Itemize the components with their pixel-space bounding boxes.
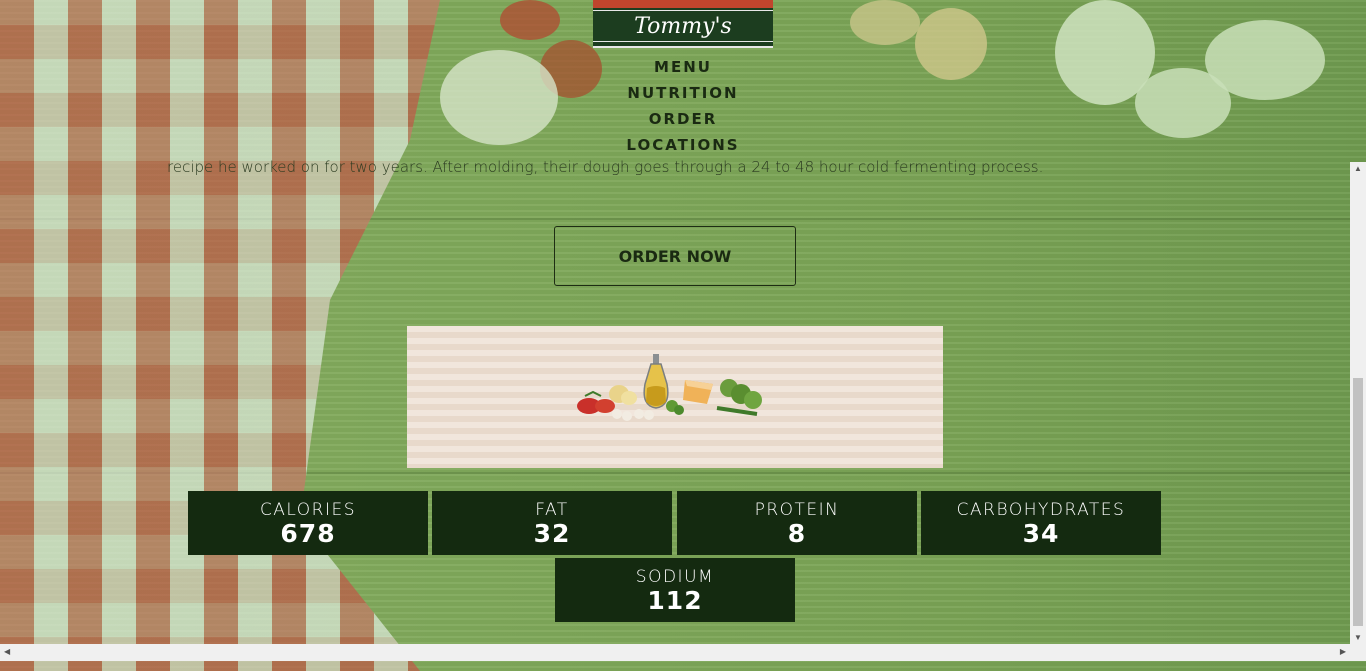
nutrition-stat-protein: PROTEIN 8 [677,491,917,555]
onion-decoration [850,0,920,45]
brand-logo-text: Tommy's [634,13,732,39]
nutrition-stat-carbohydrates: CARBOHYDRATES 34 [921,491,1161,555]
nutrition-stat-sodium: SODIUM 112 [555,558,795,622]
nav-link-nutrition[interactable]: NUTRITION [627,80,738,106]
scrollbar-corner [1350,644,1366,661]
mushroom-decoration [1135,68,1231,138]
nutrition-stat-fat: FAT 32 [432,491,672,555]
nav-link-menu[interactable]: MENU [654,54,712,80]
scroll-up-arrow-icon[interactable]: ▲ [1350,164,1366,173]
scroll-left-arrow-icon[interactable]: ◀ [4,647,10,656]
scroll-down-arrow-icon[interactable]: ▼ [1350,633,1366,642]
stat-label: SODIUM [635,567,715,587]
nutrition-stat-calories: CALORIES 678 [188,491,428,555]
ingredients-illustration [407,326,943,468]
stat-value: 34 [1022,519,1060,548]
main-navigation: MENU NUTRITION ORDER LOCATIONS [583,54,783,158]
ingredients-icon [577,354,762,421]
garlic-decoration [440,50,558,145]
stat-label: FAT [535,500,569,520]
horizontal-scrollbar[interactable]: ◀ ▶ [0,644,1350,661]
scroll-right-arrow-icon[interactable]: ▶ [1340,647,1346,656]
stat-value: 112 [647,586,703,615]
nav-link-order[interactable]: ORDER [649,106,718,132]
stat-label: CALORIES [259,500,357,520]
stat-value: 678 [280,519,336,548]
vertical-scrollbar[interactable]: ▲ ▼ [1350,162,1366,644]
nav-link-locations[interactable]: LOCATIONS [626,132,739,158]
stat-value: 32 [533,519,571,548]
tomato-decoration [500,0,560,40]
stat-label: PROTEIN [754,500,840,520]
intro-paragraph: recipe he worked on for two years. After… [167,158,1044,176]
onion-decoration [915,8,987,80]
stat-value: 8 [787,519,807,548]
stat-label: CARBOHYDRATES [956,500,1126,520]
order-now-button[interactable]: ORDER NOW [554,226,796,286]
brand-logo[interactable]: Tommy's [593,0,773,48]
vertical-scrollbar-thumb[interactable] [1353,378,1363,626]
